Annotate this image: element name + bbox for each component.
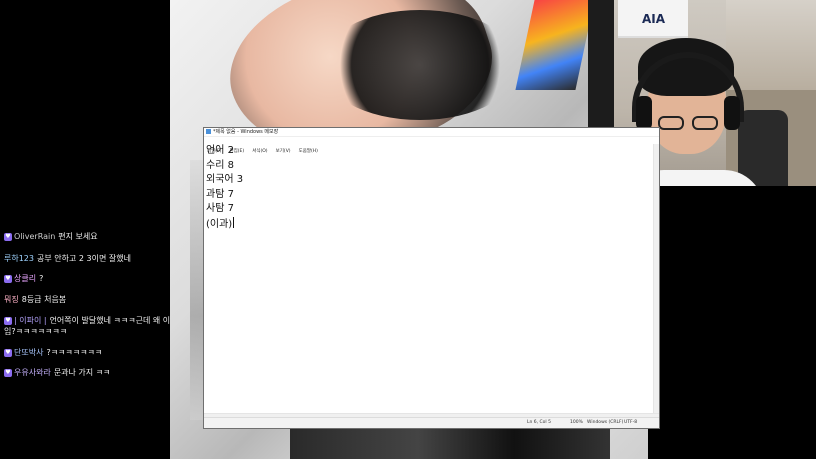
subscriber-badge-icon: ♥ bbox=[4, 368, 12, 377]
cursor-position: Ln 6, Col 5 bbox=[527, 420, 551, 425]
artwork-shadow bbox=[320, 10, 520, 120]
text-line[interactable]: 수리 8 bbox=[206, 159, 659, 174]
chat-message: ♥ OliverRain 편지 보세요 bbox=[4, 231, 179, 242]
chat-text: 8등급 처음봄 bbox=[21, 295, 67, 304]
vertical-scrollbar[interactable] bbox=[653, 144, 659, 414]
chat-username: 뭐징 bbox=[4, 295, 19, 304]
notepad-window[interactable]: *제목 없음 - Windows 메모장 파일(F) 편집(E) 서식(O) 보… bbox=[203, 127, 660, 429]
chat-username: 단또박사 bbox=[14, 348, 44, 357]
notepad-statusbar: Ln 6, Col 5 100% Windows (CRLF) UTF-8 bbox=[204, 417, 659, 428]
chat-username: 우유사와라 bbox=[14, 368, 51, 377]
line-ending: Windows (CRLF) bbox=[587, 420, 624, 425]
chat-message: ♥ 단또박사 ?ㅋㅋㅋㅋㅋㅋㅋ bbox=[4, 347, 179, 358]
chat-text: ? bbox=[39, 274, 44, 283]
chat-message: ♥ 상클리? bbox=[4, 273, 179, 284]
notepad-text-area[interactable]: 언어 2 수리 8 외국어 3 과탐 7 사탐 7 (이과) bbox=[206, 144, 659, 418]
notepad-titlebar[interactable]: *제목 없음 - Windows 메모장 bbox=[204, 128, 659, 137]
headset-earcup-right bbox=[724, 96, 740, 130]
encoding: UTF-8 bbox=[624, 420, 638, 425]
chat-message: 뭐징 8등급 처음봄 bbox=[4, 294, 179, 305]
text-line[interactable]: 언어 2 bbox=[206, 144, 659, 159]
text-line-current[interactable]: (이과) bbox=[206, 216, 659, 232]
webcam-chair bbox=[738, 110, 788, 186]
subscriber-badge-icon: ♥ bbox=[4, 348, 12, 357]
jersey-text: AIA bbox=[642, 12, 666, 26]
chat-text: ?ㅋㅋㅋㅋㅋㅋㅋ bbox=[46, 348, 103, 357]
wall-jersey: AIA bbox=[618, 0, 688, 38]
chat-text: 편지 보세요 bbox=[58, 232, 98, 241]
chat-username: 루하123 bbox=[4, 254, 34, 263]
right-background bbox=[648, 186, 816, 459]
chat-username: 상클리 bbox=[14, 274, 37, 283]
text-line[interactable]: 과탐 7 bbox=[206, 188, 659, 203]
chat-text: 문과나 가지 ㅋㅋ bbox=[53, 368, 111, 377]
subscriber-badge-icon: ♥ bbox=[4, 274, 12, 283]
text-line[interactable]: 사탐 7 bbox=[206, 202, 659, 217]
subscriber-badge-icon: ♥ bbox=[4, 232, 12, 241]
notepad-title: *제목 없음 - Windows 메모장 bbox=[213, 129, 279, 135]
chat-message: 루하123 공부 안하고 2 3이면 잘했네 bbox=[4, 253, 179, 264]
chat-message: ♥ | 이파이 | 언어쪽이 발달했네 ㅋㅋㅋ근데 왜 이과임?ㅋㅋㅋㅋㅋㅋㅋ bbox=[4, 315, 179, 337]
chat-message: ♥ 우유사와라 문과나 가지 ㅋㅋ bbox=[4, 367, 179, 378]
artwork-glitch-stripe bbox=[515, 0, 595, 90]
notepad-app-icon bbox=[206, 129, 211, 134]
chat-username: OliverRain bbox=[14, 232, 56, 241]
headset-earcup-left bbox=[636, 96, 652, 130]
subscriber-badge-icon: ♥ bbox=[4, 316, 12, 325]
chat-text: 공부 안하고 2 3이면 잘했네 bbox=[37, 254, 131, 263]
text-caret bbox=[233, 216, 235, 228]
text-line[interactable]: 외국어 3 bbox=[206, 173, 659, 188]
chat-username: | 이파이 | bbox=[14, 316, 47, 325]
zoom-level: 100% bbox=[570, 420, 583, 425]
chat-panel: ♥ OliverRain 편지 보세요 루하123 공부 안하고 2 3이면 잘했네 … bbox=[0, 0, 178, 459]
text-line-content: (이과) bbox=[206, 218, 233, 230]
